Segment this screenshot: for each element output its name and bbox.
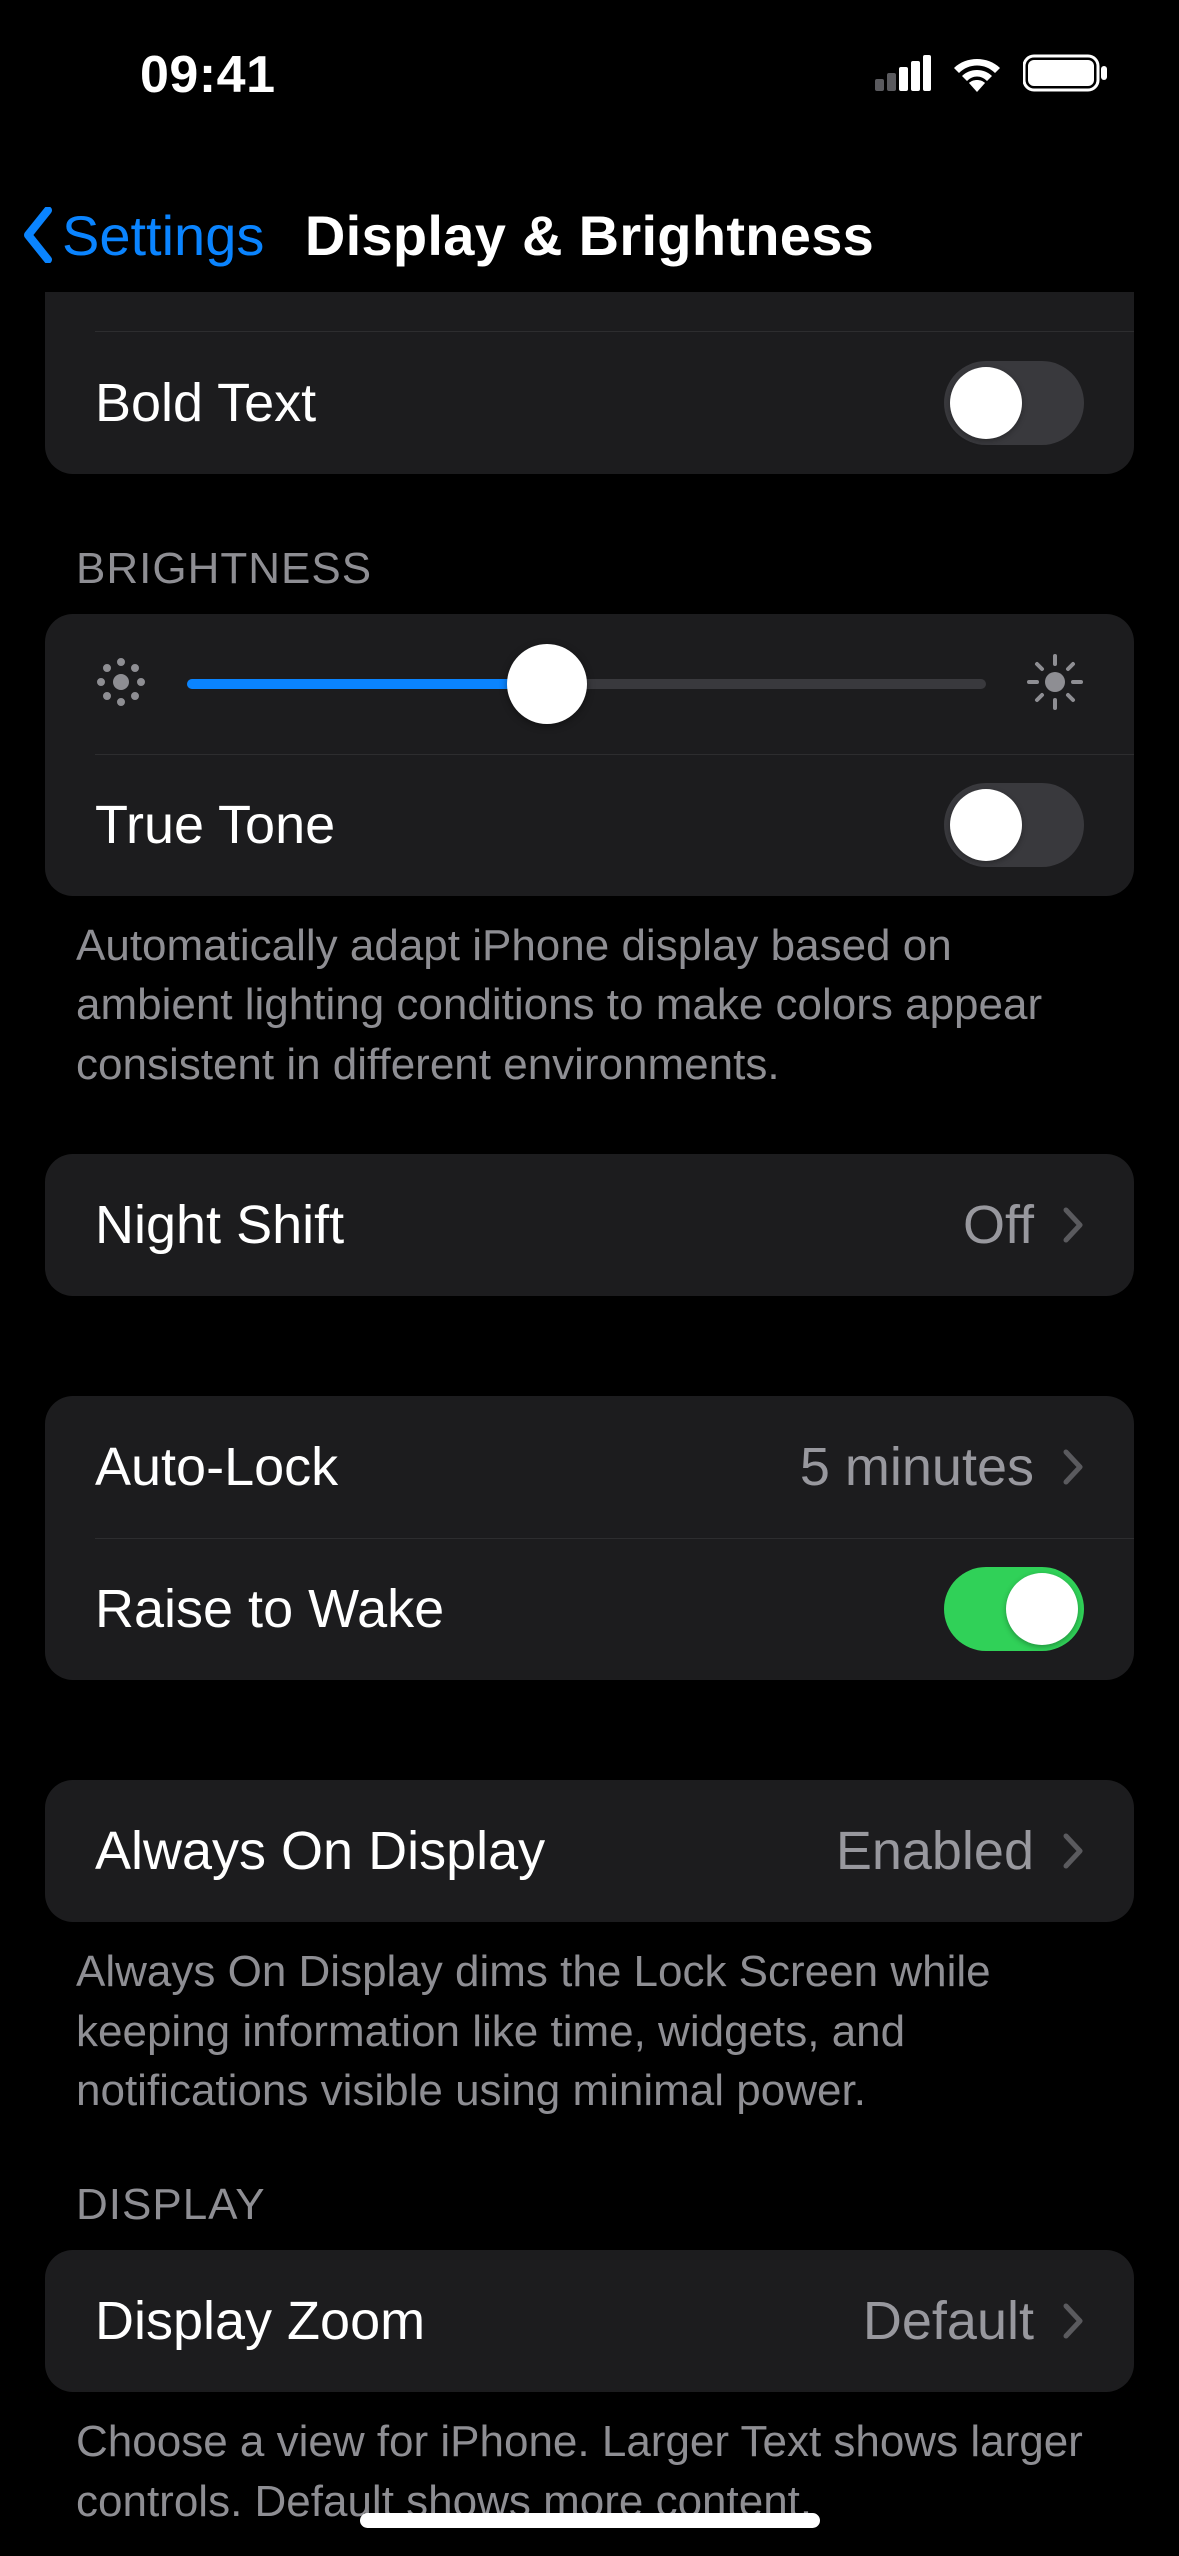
- brightness-slider[interactable]: [187, 679, 986, 689]
- bold-text-cell[interactable]: Bold Text: [45, 332, 1134, 474]
- bold-text-toggle[interactable]: [944, 361, 1084, 445]
- brightness-header: BRIGHTNESS: [76, 544, 1103, 594]
- true-tone-cell[interactable]: True Tone: [45, 754, 1134, 896]
- chevron-right-icon: [1062, 2302, 1084, 2340]
- chevron-right-icon: [1062, 1832, 1084, 1870]
- display-zoom-cell[interactable]: Display Zoom Default: [45, 2250, 1134, 2392]
- nav-bar: Settings Display & Brightness: [0, 180, 1179, 290]
- always-on-display-value: Enabled: [836, 1820, 1034, 1882]
- aod-footer: Always On Display dims the Lock Screen w…: [76, 1942, 1103, 2120]
- true-tone-footer: Automatically adapt iPhone display based…: [76, 916, 1103, 1094]
- sun-max-icon: [1026, 653, 1084, 716]
- always-on-display-label: Always On Display: [95, 1820, 545, 1882]
- lock-group: Auto-Lock 5 minutes Raise to Wake: [45, 1396, 1134, 1680]
- brightness-slider-cell[interactable]: [45, 614, 1134, 754]
- page-title: Display & Brightness: [305, 203, 874, 268]
- auto-lock-value: 5 minutes: [800, 1436, 1034, 1498]
- sun-min-icon: [95, 656, 147, 713]
- back-button[interactable]: Settings: [20, 203, 264, 268]
- battery-icon: [1023, 53, 1109, 98]
- brightness-group: True Tone: [45, 614, 1134, 896]
- bold-text-label: Bold Text: [95, 372, 316, 434]
- settings-content[interactable]: Bold Text BRIGHTNESS: [0, 292, 1179, 2556]
- raise-to-wake-label: Raise to Wake: [95, 1578, 444, 1640]
- display-zoom-value: Default: [863, 2290, 1034, 2352]
- aod-group: Always On Display Enabled: [45, 1780, 1134, 1922]
- true-tone-toggle[interactable]: [944, 783, 1084, 867]
- cellular-signal-icon: [875, 55, 931, 96]
- chevron-left-icon: [20, 207, 56, 263]
- status-bar: 09:41: [0, 0, 1179, 150]
- night-shift-group: Night Shift Off: [45, 1154, 1134, 1296]
- text-group: Bold Text: [45, 292, 1134, 474]
- chevron-right-icon: [1062, 1448, 1084, 1486]
- true-tone-label: True Tone: [95, 794, 335, 856]
- always-on-display-cell[interactable]: Always On Display Enabled: [45, 1780, 1134, 1922]
- auto-lock-label: Auto-Lock: [95, 1436, 338, 1498]
- raise-to-wake-cell[interactable]: Raise to Wake: [45, 1538, 1134, 1680]
- night-shift-label: Night Shift: [95, 1194, 344, 1256]
- display-zoom-label: Display Zoom: [95, 2290, 425, 2352]
- back-label: Settings: [62, 203, 264, 268]
- chevron-right-icon: [1062, 1206, 1084, 1244]
- display-zoom-group: Display Zoom Default: [45, 2250, 1134, 2392]
- auto-lock-cell[interactable]: Auto-Lock 5 minutes: [45, 1396, 1134, 1538]
- wifi-icon: [951, 54, 1003, 97]
- status-time: 09:41: [140, 45, 276, 105]
- display-header: DISPLAY: [76, 2180, 1103, 2230]
- night-shift-cell[interactable]: Night Shift Off: [45, 1154, 1134, 1296]
- status-icons: [875, 53, 1109, 98]
- raise-to-wake-toggle[interactable]: [944, 1567, 1084, 1651]
- night-shift-value: Off: [963, 1194, 1034, 1256]
- home-indicator[interactable]: [360, 2513, 820, 2528]
